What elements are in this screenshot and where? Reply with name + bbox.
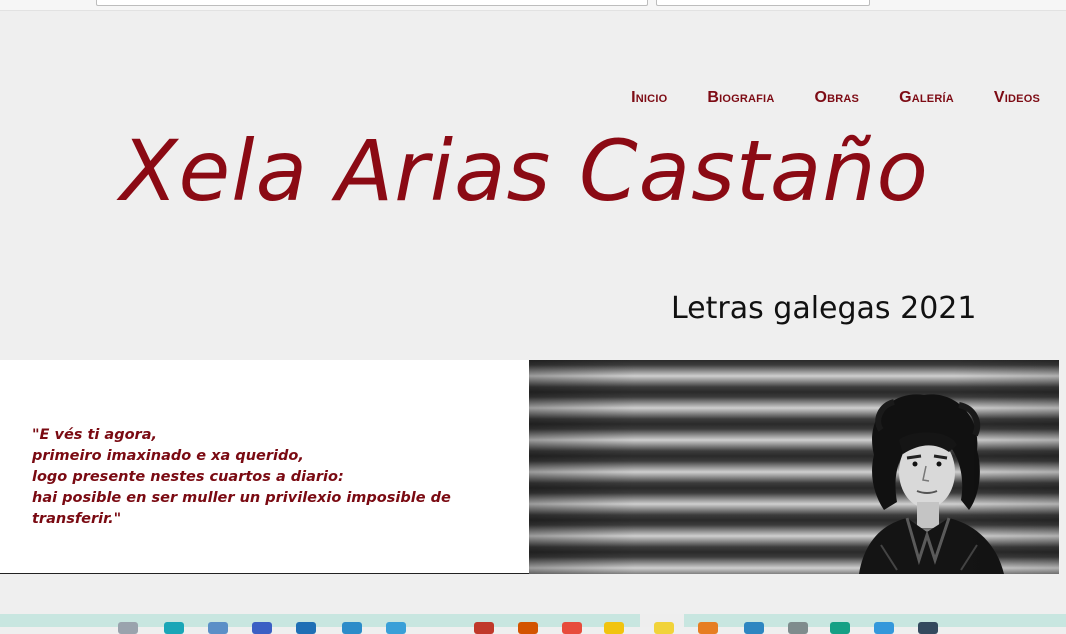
feature-band: "E vés ti agora, primeiro imaxinado e xa…: [0, 360, 1066, 574]
edit-icon[interactable]: [342, 622, 362, 634]
taskbar: [0, 614, 1066, 634]
site-subtitle: Letras galegas 2021: [671, 291, 977, 326]
chat-icon[interactable]: [874, 622, 894, 634]
folder-icon[interactable]: [604, 622, 624, 634]
nav-galeria-link[interactable]: Galería: [899, 89, 954, 107]
nav-obras-link[interactable]: Obras: [814, 89, 859, 107]
photo-icon[interactable]: [518, 622, 538, 634]
search-input[interactable]: [656, 0, 870, 6]
site-title: Xela Arias Castaño: [120, 122, 929, 220]
quote-line: transferir.": [32, 511, 122, 527]
nav-biografia-link[interactable]: Biografia: [707, 89, 774, 107]
quote-line: logo presente nestes cuartos a diario:: [32, 469, 344, 485]
poem-quote: "E vés ti agora, primeiro imaxinado e xa…: [32, 425, 451, 530]
nav-videos-link[interactable]: Videos: [994, 89, 1040, 107]
address-input[interactable]: [96, 0, 648, 6]
home-icon[interactable]: [474, 622, 494, 634]
quote-line: "E vés ti agora,: [32, 427, 157, 443]
window-icon[interactable]: [386, 622, 406, 634]
nav-inicio-link[interactable]: Inicio: [631, 89, 667, 107]
browser-icon[interactable]: [164, 622, 184, 634]
star-icon[interactable]: [654, 622, 674, 634]
calendar-icon[interactable]: [788, 622, 808, 634]
document-icon[interactable]: [252, 622, 272, 634]
chrome-icon[interactable]: [562, 622, 582, 634]
terminal-icon[interactable]: [918, 622, 938, 634]
photo-shade: [529, 360, 1059, 574]
generic-app-icon[interactable]: [118, 622, 138, 634]
right-margin: [1059, 360, 1066, 574]
author-photo: [529, 360, 1059, 574]
site-header: Inicio Biografia Obras Galería Videos Xe…: [0, 11, 1066, 360]
spreadsheet-icon[interactable]: [296, 622, 316, 634]
quote-line: primeiro imaxinado e xa querido,: [32, 448, 304, 464]
mail-icon[interactable]: [744, 622, 764, 634]
quote-panel: "E vés ti agora, primeiro imaxinado e xa…: [0, 360, 529, 574]
globe-icon[interactable]: [830, 622, 850, 634]
notes-icon[interactable]: [698, 622, 718, 634]
main-nav: Inicio Biografia Obras Galería Videos: [591, 89, 1040, 107]
quote-line: hai posible en ser muller un privilexio …: [32, 490, 451, 506]
browser-top-strip: [0, 0, 1066, 11]
file-manager-icon[interactable]: [208, 622, 228, 634]
